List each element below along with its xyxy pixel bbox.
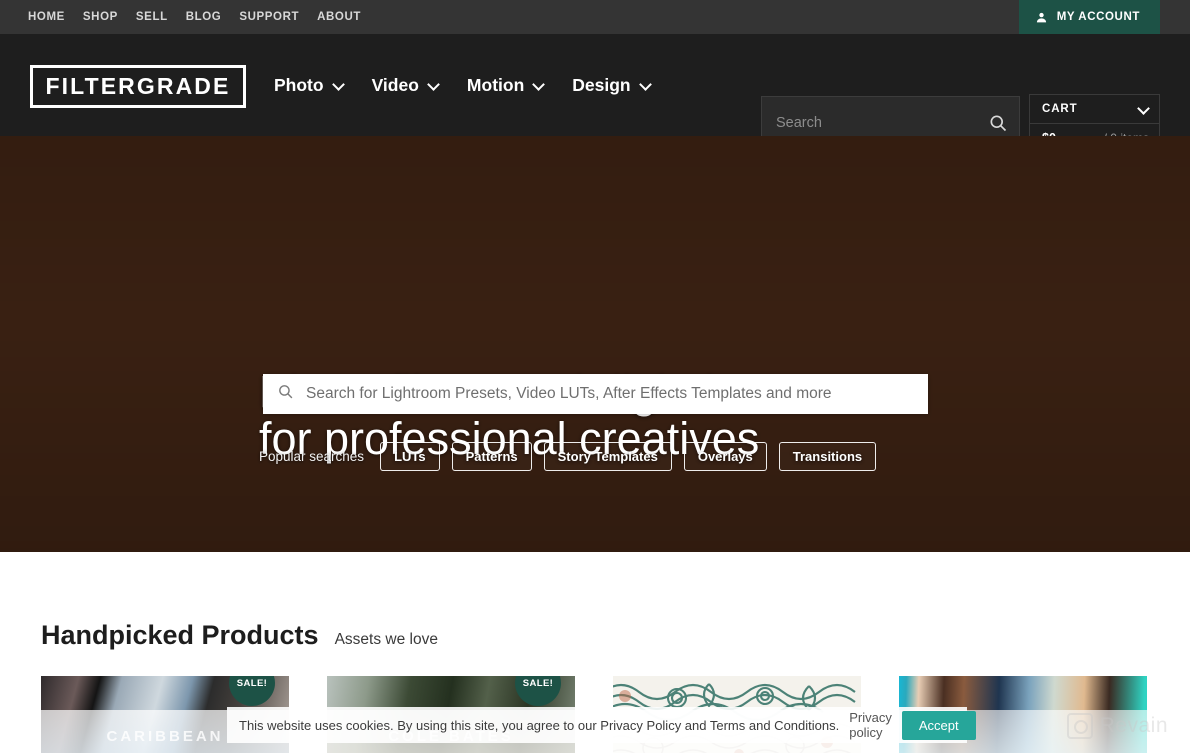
my-account-button[interactable]: MY ACCOUNT bbox=[1018, 0, 1160, 34]
top-nav-item-blog[interactable]: BLOG bbox=[186, 11, 222, 23]
popular-tag-luts[interactable]: LUTs bbox=[380, 442, 440, 471]
hero-banner: Photo filters and digital assets for pro… bbox=[0, 136, 1190, 552]
cookie-message: This website uses cookies. By using this… bbox=[239, 717, 840, 733]
popular-tag-overlays[interactable]: Overlays bbox=[683, 442, 767, 471]
nav-item-photo[interactable]: Photo bbox=[274, 75, 344, 96]
nav-item-motion-label: Motion bbox=[466, 74, 525, 95]
revain-watermark-text: Revain bbox=[1099, 714, 1168, 737]
top-nav: HOME SHOP SELL BLOG SUPPORT ABOUT bbox=[0, 11, 361, 23]
top-utility-bar: HOME SHOP SELL BLOG SUPPORT ABOUT MY ACC… bbox=[0, 0, 1190, 34]
cart-header[interactable]: CART bbox=[1030, 95, 1159, 124]
logo-text: FILTERGRADE bbox=[45, 73, 231, 99]
popular-searches-label: Popular searches bbox=[259, 449, 365, 464]
popular-searches: Popular searches LUTs Patterns Story Tem… bbox=[259, 442, 877, 471]
nav-item-video[interactable]: Video bbox=[372, 75, 439, 96]
nav-item-motion[interactable]: Motion bbox=[467, 75, 544, 96]
chevron-down-icon bbox=[333, 80, 344, 91]
nav-item-video-label: Video bbox=[371, 74, 419, 95]
search-icon bbox=[277, 383, 294, 405]
accept-button[interactable]: Accept bbox=[901, 710, 976, 740]
top-nav-item-home[interactable]: HOME bbox=[28, 11, 65, 23]
revain-logo-icon bbox=[1066, 713, 1093, 739]
top-nav-item-support[interactable]: SUPPORT bbox=[239, 11, 299, 23]
site-logo[interactable]: FILTERGRADE bbox=[30, 65, 246, 108]
chevron-down-icon bbox=[533, 80, 544, 91]
chevron-down-icon bbox=[640, 80, 651, 91]
nav-item-design[interactable]: Design bbox=[572, 75, 650, 96]
section-heading: Handpicked Products Assets we love bbox=[41, 620, 438, 651]
nav-item-design-label: Design bbox=[572, 74, 631, 95]
search-icon[interactable] bbox=[977, 113, 1019, 133]
revain-watermark: Revain bbox=[1066, 713, 1168, 739]
section-subtitle: Assets we love bbox=[334, 631, 438, 648]
popular-tag-patterns[interactable]: Patterns bbox=[451, 442, 532, 471]
hero-search bbox=[263, 374, 928, 414]
my-account-label: MY ACCOUNT bbox=[1056, 11, 1140, 23]
page-title: Handpicked Products bbox=[41, 620, 319, 650]
chevron-down-icon bbox=[428, 80, 439, 91]
popular-tag-transitions[interactable]: Transitions bbox=[778, 442, 877, 471]
hero-content: Photo filters and digital assets for pro… bbox=[0, 136, 1190, 552]
top-nav-item-sell[interactable]: SELL bbox=[136, 11, 168, 23]
nav-item-photo-label: Photo bbox=[274, 74, 324, 95]
popular-tag-story-templates[interactable]: Story Templates bbox=[543, 442, 672, 471]
page-root: HOME SHOP SELL BLOG SUPPORT ABOUT MY ACC… bbox=[0, 0, 1190, 753]
main-nav: Photo Video Motion Design bbox=[274, 34, 651, 136]
top-nav-item-about[interactable]: ABOUT bbox=[317, 11, 361, 23]
cookie-consent-banner: This website uses cookies. By using this… bbox=[227, 707, 976, 743]
user-icon bbox=[1035, 11, 1048, 24]
site-header: FILTERGRADE Photo Video Motion Design Se… bbox=[0, 34, 1190, 152]
privacy-policy-link[interactable]: Privacy policy bbox=[849, 710, 892, 740]
hero-search-input[interactable] bbox=[294, 385, 914, 403]
cart-label: CART bbox=[1042, 103, 1078, 115]
chevron-down-icon bbox=[1138, 104, 1149, 115]
top-nav-item-shop[interactable]: SHOP bbox=[83, 11, 118, 23]
